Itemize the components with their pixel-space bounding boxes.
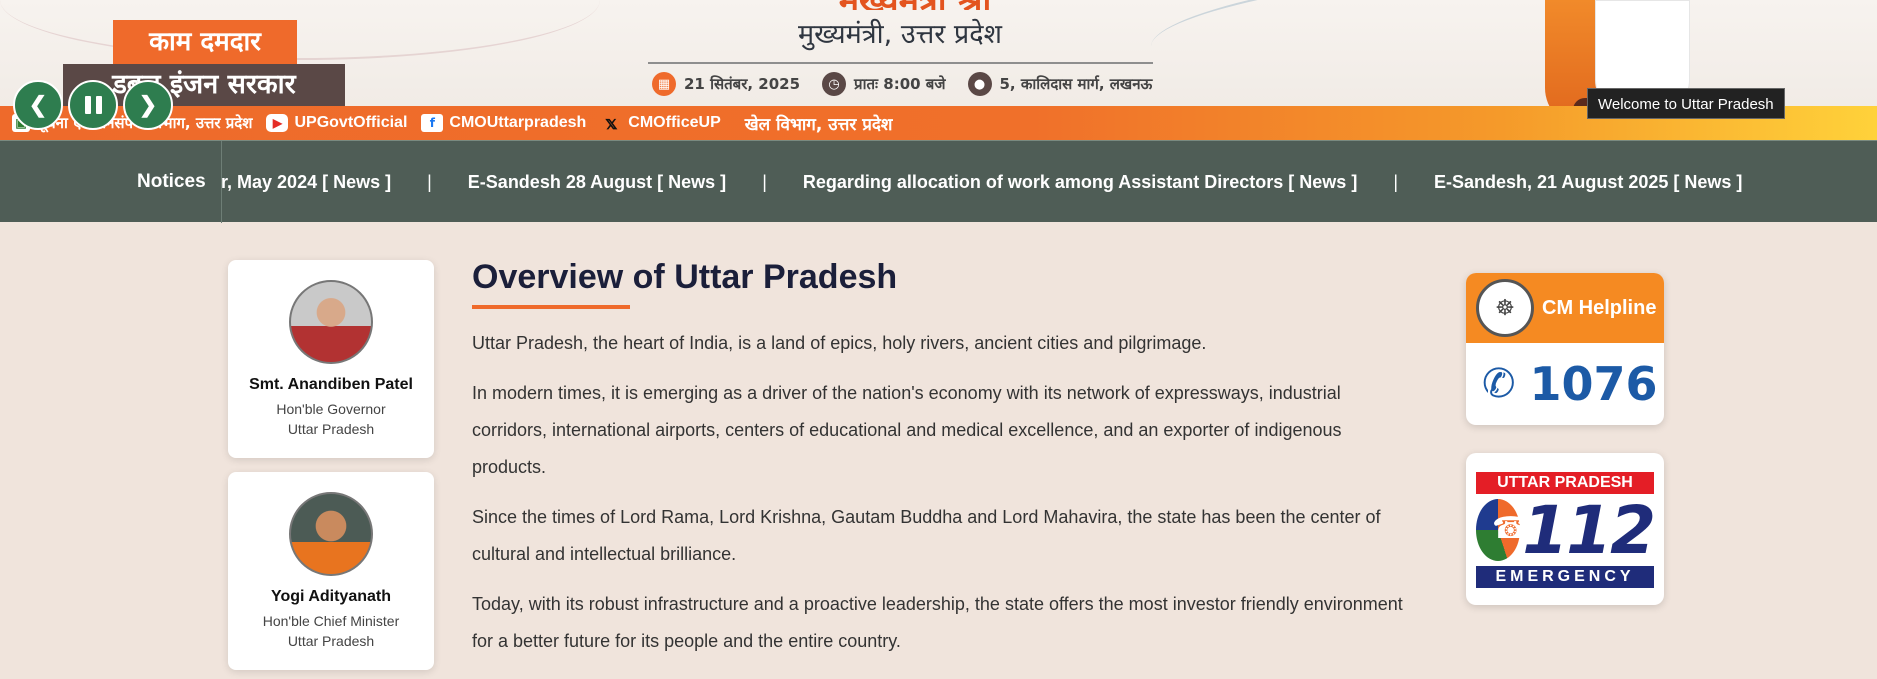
avatar (289, 280, 373, 364)
notice-item[interactable]: Rozgar Mela, Kanpur, May 2024 [ News ] (221, 172, 391, 192)
notice-separator: | (1393, 172, 1398, 192)
notice-separator: | (427, 172, 432, 192)
title-underline (472, 305, 630, 309)
x-handle[interactable]: CMOfficeUP (628, 114, 720, 132)
leader-name: Smt. Anandiben Patel (249, 376, 413, 393)
location-pin-icon: ● (967, 72, 992, 96)
banner-decoration (0, 0, 600, 60)
overview-paragraph: Since the times of Lord Rama, Lord Krish… (472, 507, 1381, 564)
pause-icon (84, 96, 102, 114)
banner-event-details: ▦ 21 सितंबर, 2025 ◷ प्रातः 8:00 बजे ● 5,… (652, 70, 1152, 98)
emergency-label: EMERGENCY (1476, 566, 1654, 588)
event-date: 21 सितंबर, 2025 (684, 75, 801, 93)
notices-ticker: Notices Rozgar Mela, Kanpur, May 2024 [ … (0, 140, 1877, 223)
leader-role: Hon'ble Governor (276, 401, 386, 417)
banner-cm-title: मुख्यमंत्री श्री (745, 0, 1085, 10)
khel-vibhag-text: खेल विभाग, उत्तर प्रदेश (744, 114, 893, 135)
helpline-header: ☸ CM Helpline (1466, 273, 1664, 343)
chevron-right-icon: ❯ (138, 92, 158, 117)
leader-state: Uttar Pradesh (287, 633, 375, 649)
notice-item[interactable]: E-Sandesh 28 August [ News ] (468, 172, 726, 192)
leader-role: Hon'ble Chief Minister (262, 613, 400, 629)
calendar-icon: ▦ (652, 72, 676, 96)
notice-item[interactable]: Regarding allocation of work among Assis… (803, 172, 1357, 192)
phone-icon: ✆ (1482, 362, 1516, 406)
welcome-tooltip: Welcome to Uttar Pradesh (1587, 88, 1785, 119)
clock-icon: ◷ (822, 72, 847, 96)
facebook-handle[interactable]: CMOUttarpradesh (449, 114, 586, 132)
page-title: Overview of Uttar Pradesh (472, 258, 898, 296)
slider-prev-button[interactable]: ❮ (13, 80, 63, 130)
leader-name: Yogi Adityanath (271, 588, 391, 605)
overview-section: Overview of Uttar Pradesh Uttar Pradesh,… (472, 258, 1412, 660)
helpline-number-row: ✆ 1076 (1466, 343, 1664, 425)
slider-pause-button[interactable] (68, 80, 118, 130)
emergency-logo: 112 (1476, 492, 1656, 569)
banner-divider (648, 62, 1153, 64)
chevron-left-icon: ❮ (28, 92, 48, 117)
leader-card-chief-minister[interactable]: Yogi Adityanath Hon'ble Chief Minister U… (228, 472, 434, 670)
banner-cm-subtitle: मुख्यमंत्री, उत्तर प्रदेश (798, 19, 1002, 50)
overview-paragraph: Uttar Pradesh, the heart of India, is a … (472, 333, 1207, 353)
leader-state: Uttar Pradesh (287, 421, 375, 437)
event-time: प्रातः 8:00 बजे (854, 75, 946, 93)
banner-badge-top: काम दमदार (113, 20, 297, 64)
youtube-handle[interactable]: UPGovtOfficial (294, 114, 407, 132)
event-venue: 5, कालिदास मार्ग, लखनऊ (999, 75, 1153, 93)
facebook-icon: f (421, 114, 444, 132)
slider-next-button[interactable]: ❯ (123, 80, 173, 130)
leader-card-governor[interactable]: Smt. Anandiben Patel Hon'ble Governor Ut… (228, 260, 434, 458)
emergency-number: 112 (1522, 491, 1656, 569)
helpline-title: CM Helpline (1542, 296, 1657, 319)
cm-helpline-widget[interactable]: ☸ CM Helpline ✆ 1076 (1466, 273, 1664, 425)
overview-paragraph: Today, with its robust infrastructure an… (472, 594, 1403, 651)
notices-track: Rozgar Mela, Kanpur, May 2024 [ News ] | E… (221, 141, 1778, 223)
x-twitter-icon: 𝕩 (605, 112, 618, 133)
emergency-phone-icon (1476, 499, 1530, 561)
notices-label: Notices (137, 141, 222, 223)
state-emblem-icon: ☸ (1476, 279, 1534, 337)
helpline-number: 1076 (1529, 357, 1658, 411)
youtube-icon: ▶ (266, 114, 289, 132)
notice-item[interactable]: E-Sandesh, 21 August 2025 [ News ] (1434, 172, 1742, 192)
hero-banner: काम दमदार डबल इंजन सरकार मुख्यमंत्री श्र… (0, 0, 1877, 140)
overview-paragraph: In modern times, it is emerging as a dri… (472, 383, 1342, 477)
notices-list: Rozgar Mela, Kanpur, May 2024 [ News ] | E… (221, 141, 1778, 223)
avatar (289, 492, 373, 576)
emergency-112-widget[interactable]: UTTAR PRADESH 112 EMERGENCY (1466, 453, 1664, 605)
notice-separator: | (762, 172, 767, 192)
